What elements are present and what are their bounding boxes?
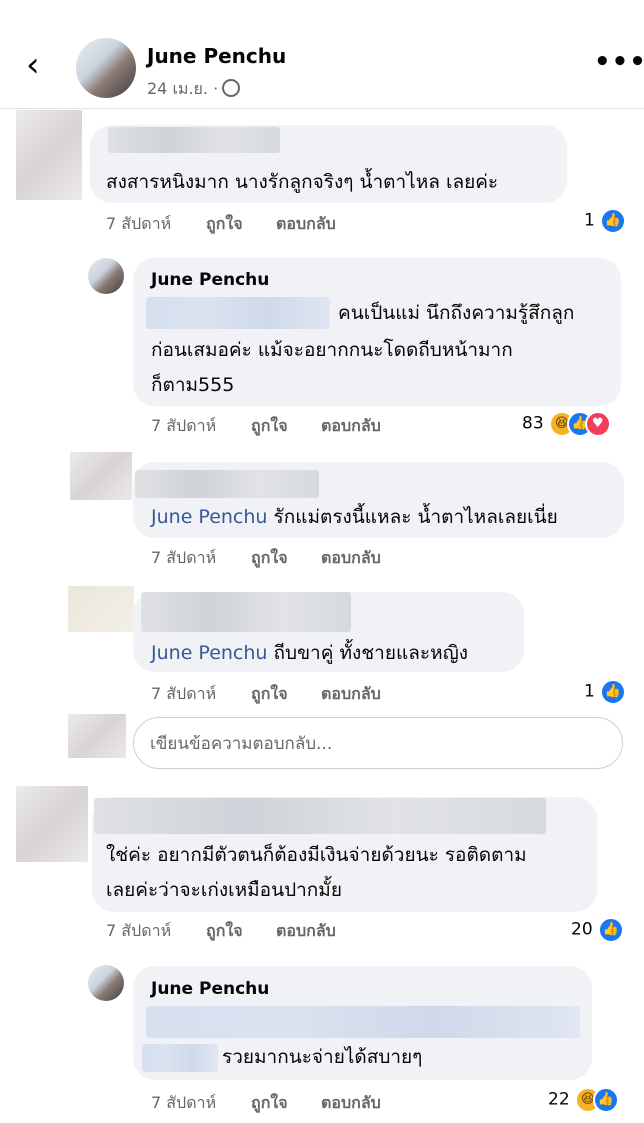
avatar[interactable] [68, 714, 126, 758]
more-horizontal-icon: ••• [594, 47, 644, 77]
love-reaction-icon: ♥ [584, 411, 611, 437]
comment-time: 7 สัปดาห์ [151, 684, 217, 703]
reaction-count: 1 [584, 681, 595, 702]
reaction-summary[interactable]: 83 😆 👍 ♥ [522, 411, 611, 437]
reply-link[interactable]: ตอบกลับ [321, 414, 381, 439]
comment-author[interactable]: June Penchu [151, 979, 269, 999]
reply-link[interactable]: ตอบกลับ [276, 919, 336, 944]
comment-text: June Penchu รักแม่ตรงนี้แหละ น้ำตาไหลเลย… [151, 500, 558, 534]
comment-meta: 7 สัปดาห์ ถูกใจ ตอบกลับ [0, 682, 644, 706]
comment-text-line: เลยค่ะว่าจะเก่งเหมือนปากมั้ย [106, 879, 342, 901]
like-link[interactable]: ถูกใจ [251, 414, 288, 439]
like-link[interactable]: ถูกใจ [251, 682, 288, 707]
reaction-count: 20 [571, 919, 593, 940]
mention-link[interactable]: June Penchu [151, 506, 267, 528]
like-link[interactable]: ถูกใจ [206, 212, 243, 237]
comment-meta: 7 สัปดาห์ ถูกใจ ตอบกลับ [0, 212, 644, 236]
author-name[interactable] [94, 798, 546, 834]
comment-text-body: รักแม่ตรงนี้แหละ น้ำตาไหลเลยเนี่ย [267, 506, 558, 528]
back-button[interactable]: ‹ [26, 48, 40, 82]
comment-time: 7 สัปดาห์ [151, 548, 217, 567]
like-reaction-icon: 👍 [592, 1087, 619, 1113]
comment-text-line: ใช่ค่ะ อยากมีตัวตนก็ต้องมีเงินจ่ายด้วยนะ… [106, 844, 527, 866]
reaction-summary[interactable]: 1 👍 [584, 679, 626, 705]
comment-time: 7 สัปดาห์ [106, 214, 172, 233]
avatar[interactable] [16, 110, 82, 200]
chevron-left-icon: ‹ [26, 45, 40, 85]
post-date: 24 เม.ย. · [147, 77, 241, 102]
avatar[interactable] [76, 38, 136, 98]
page-title[interactable]: June Penchu [147, 44, 286, 68]
comment-meta: 7 สัปดาห์ ถูกใจ ตอบกลับ [0, 546, 644, 570]
author-name[interactable] [135, 470, 319, 498]
reaction-count: 1 [584, 210, 595, 231]
avatar[interactable] [16, 786, 88, 862]
author-name[interactable] [141, 592, 351, 632]
comment-text-line: ก่อนเสมอค่ะ แม้จะอยากกนะโดดถีบหน้ามาก [151, 339, 513, 361]
comment-time: 7 สัปดาห์ [151, 416, 217, 435]
mention-tag[interactable] [146, 297, 330, 329]
reaction-summary[interactable]: 1 👍 [584, 208, 626, 234]
reply-link[interactable]: ตอบกลับ [321, 682, 381, 707]
comment-blurred-line [146, 1006, 580, 1038]
author-name[interactable] [108, 127, 280, 153]
comment-text: รวยมากนะจ่ายได้สบายๆ [222, 1046, 423, 1068]
comment-text: June Penchu ถีบขาคู่ ทั้งชายและหญิง [151, 636, 468, 670]
reply-input[interactable]: เขียนข้อความตอบกลับ... [133, 717, 623, 769]
comment-text-line: คนเป็นแม่ นึกถึงความรู้สึกลูก [338, 302, 575, 324]
like-link[interactable]: ถูกใจ [206, 919, 243, 944]
reply-link[interactable]: ตอบกลับ [321, 546, 381, 571]
globe-icon [222, 79, 241, 97]
reply-link[interactable]: ตอบกลับ [321, 1091, 381, 1116]
avatar[interactable] [88, 965, 124, 1001]
reaction-count: 83 [522, 413, 544, 434]
like-reaction-icon: 👍 [597, 917, 624, 943]
comment-text-body: ถีบขาคู่ ทั้งชายและหญิง [267, 642, 469, 664]
reply-link[interactable]: ตอบกลับ [276, 212, 336, 237]
mention-tag[interactable] [142, 1044, 218, 1072]
like-link[interactable]: ถูกใจ [251, 1091, 288, 1116]
like-link[interactable]: ถูกใจ [251, 546, 288, 571]
more-button[interactable]: ••• [594, 49, 644, 75]
comment-author[interactable]: June Penchu [151, 270, 269, 290]
comment-time: 7 สัปดาห์ [106, 921, 172, 940]
like-reaction-icon: 👍 [599, 208, 626, 234]
reaction-summary[interactable]: 20 👍 [571, 917, 624, 943]
comment-text: สงสารหนิงมาก นางรักลูกจริงๆ น้ำตาไหล เลย… [106, 171, 499, 193]
reaction-summary[interactable]: 22 😆 👍 [548, 1087, 619, 1113]
avatar[interactable] [88, 258, 124, 294]
comment-meta: 7 สัปดาห์ ถูกใจ ตอบกลับ [0, 919, 644, 943]
reaction-count: 22 [548, 1089, 570, 1110]
comment-time: 7 สัปดาห์ [151, 1093, 217, 1112]
avatar[interactable] [70, 452, 132, 500]
mention-link[interactable]: June Penchu [151, 642, 267, 664]
avatar[interactable] [68, 586, 134, 632]
comment-text-line: ก็ตาม555 [151, 374, 235, 396]
like-reaction-icon: 👍 [599, 679, 626, 705]
post-date-text: 24 เม.ย. · [147, 79, 219, 98]
